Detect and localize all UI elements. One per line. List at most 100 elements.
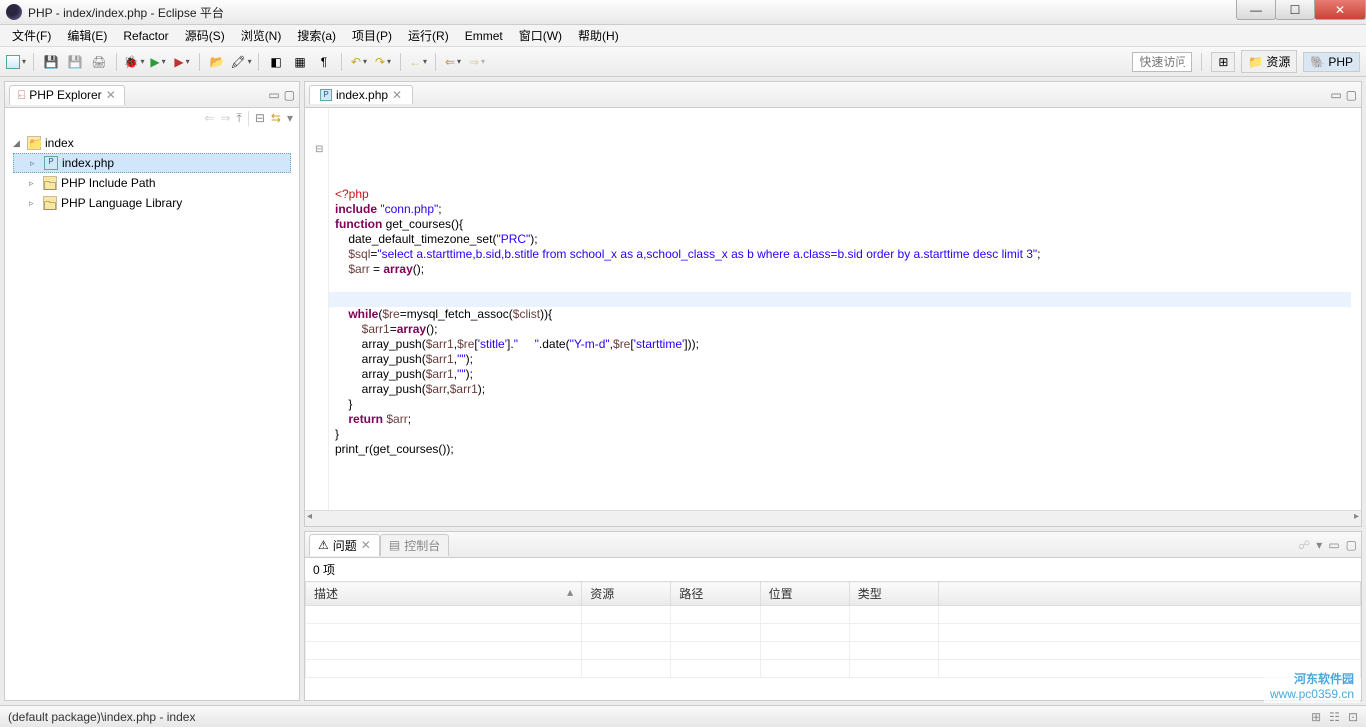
last-edit-button[interactable]: ←	[408, 52, 428, 72]
code-line[interactable]: array_push($arr1,"");	[335, 352, 1361, 367]
code-line[interactable]: $arr1=array();	[335, 322, 1361, 337]
open-perspective-button[interactable]: ⊞	[1211, 52, 1235, 72]
current-line-highlight	[329, 292, 1351, 307]
tree-item[interactable]: ▹Pindex.php	[13, 153, 291, 173]
explorer-toolbar: ⇐ ⇒ ⤒ ⊟ ⇆ ▾	[5, 108, 299, 129]
code-line[interactable]: }	[335, 397, 1361, 412]
table-row	[306, 642, 1361, 660]
menu-refactor[interactable]: Refactor	[115, 27, 176, 45]
problems-tab[interactable]: ⚠ 问题 ✕	[309, 534, 380, 556]
fold-icon[interactable]: ⊟	[315, 142, 323, 157]
code-line[interactable]: $arr = array();	[335, 262, 1361, 277]
status-icon-2[interactable]: ☷	[1329, 710, 1340, 724]
editor-area: P index.php ✕ ▭ ▢ ⊟ <?phpinclude "conn.p…	[304, 81, 1362, 701]
menu-运行[interactable]: 运行(R)	[400, 25, 457, 46]
quick-access-input[interactable]	[1132, 52, 1192, 72]
menu-源码[interactable]: 源码(S)	[177, 25, 233, 46]
tab-close-icon[interactable]: ✕	[392, 88, 402, 102]
code-line[interactable]: print_r(get_courses());	[335, 442, 1361, 457]
column-header[interactable]: 资源	[582, 582, 671, 606]
code-line[interactable]	[335, 277, 1361, 292]
filter-icon[interactable]: ☍	[1298, 538, 1310, 552]
code-editor[interactable]: ⊟ <?phpinclude "conn.php";function get_c…	[305, 108, 1361, 510]
view-menu-icon[interactable]: ▾	[1316, 538, 1322, 552]
column-header[interactable]: 类型	[849, 582, 938, 606]
code-line[interactable]: <?php	[335, 187, 1361, 202]
code-line[interactable]: date_default_timezone_set("PRC");	[335, 232, 1361, 247]
print-button[interactable]: 🖨	[89, 52, 109, 72]
project-tree[interactable]: ◢📁index▹Pindex.php▹🗀PHP Include Path▹🗀PH…	[5, 129, 299, 700]
maximize-editor-button[interactable]: ▢	[1346, 88, 1357, 102]
tree-item[interactable]: ▹🗀PHP Include Path	[13, 173, 291, 193]
menu-窗口[interactable]: 窗口(W)	[511, 25, 570, 46]
window-maximize-button[interactable]: ☐	[1275, 0, 1315, 20]
column-header[interactable]: 描述 ▴	[306, 582, 582, 606]
highlight-button[interactable]: 🖍	[231, 52, 251, 72]
console-tab[interactable]: ▤ 控制台	[380, 534, 449, 556]
column-header[interactable]: 路径	[671, 582, 760, 606]
save-all-button[interactable]: 💾	[65, 52, 85, 72]
show-whitespace-button[interactable]: ¶	[314, 52, 334, 72]
view-menu-icon[interactable]: ▾	[287, 111, 293, 126]
status-icon-3[interactable]: ⊡	[1348, 710, 1358, 724]
code-line[interactable]: return $arr;	[335, 412, 1361, 427]
editor-tab-index[interactable]: P index.php ✕	[309, 85, 413, 104]
tab-close-icon[interactable]: ✕	[361, 538, 371, 552]
tab-close-icon[interactable]: ✕	[106, 88, 116, 102]
code-line[interactable]: function get_courses(){	[335, 217, 1361, 232]
status-bar: (default package)\index.php - index ⊞ ☷ …	[0, 705, 1366, 727]
annotation-prev-button[interactable]: ↶	[349, 52, 369, 72]
column-header[interactable]: 位置	[760, 582, 849, 606]
code-line[interactable]: while($re=mysql_fetch_assoc($clist)){	[335, 307, 1361, 322]
menu-搜索[interactable]: 搜索(a)	[289, 25, 344, 46]
toggle-block-button[interactable]: ▦	[290, 52, 310, 72]
forward-icon[interactable]: ⇒	[220, 111, 230, 126]
tree-project[interactable]: ◢📁index	[13, 133, 291, 153]
editor-panel: P index.php ✕ ▭ ▢ ⊟ <?phpinclude "conn.p…	[304, 81, 1362, 527]
menu-浏览[interactable]: 浏览(N)	[233, 25, 290, 46]
editor-horizontal-scrollbar[interactable]	[305, 510, 1361, 526]
collapse-all-icon[interactable]: ⊟	[255, 111, 265, 126]
back-button[interactable]: ⇐	[443, 52, 463, 72]
window-minimize-button[interactable]: —	[1236, 0, 1276, 20]
link-editor-icon[interactable]: ⇆	[271, 111, 281, 126]
window-close-button[interactable]: ✕	[1314, 0, 1366, 20]
minimize-panel-button[interactable]: ▭	[1328, 538, 1339, 552]
back-icon[interactable]: ⇐	[204, 111, 214, 126]
menu-编辑[interactable]: 编辑(E)	[59, 25, 115, 46]
menu-bar: 文件(F)编辑(E)Refactor源码(S)浏览(N)搜索(a)项目(P)运行…	[0, 25, 1366, 47]
editor-gutter	[305, 108, 329, 510]
up-icon[interactable]: ⤒	[237, 111, 242, 126]
minimize-view-button[interactable]: ▭	[268, 88, 279, 102]
code-line[interactable]: array_push($arr,$arr1);	[335, 382, 1361, 397]
tree-item[interactable]: ▹🗀PHP Language Library	[13, 193, 291, 213]
menu-文件[interactable]: 文件(F)	[4, 25, 59, 46]
new-button[interactable]	[6, 52, 26, 72]
save-button[interactable]: 💾	[41, 52, 61, 72]
forward-button[interactable]: ⇒	[467, 52, 487, 72]
code-line[interactable]: include "conn.php";	[335, 202, 1361, 217]
problems-tab-label: 问题	[333, 537, 357, 554]
run-button[interactable]: ▶	[148, 52, 168, 72]
toggle-mark-button[interactable]: ◧	[266, 52, 286, 72]
annotation-next-button[interactable]: ↷	[373, 52, 393, 72]
menu-帮助[interactable]: 帮助(H)	[570, 25, 627, 46]
code-line[interactable]: }	[335, 427, 1361, 442]
minimize-editor-button[interactable]: ▭	[1330, 88, 1341, 102]
ext-tools-button[interactable]: ▶	[172, 52, 192, 72]
menu-项目[interactable]: 项目(P)	[344, 25, 400, 46]
php-explorer-tab[interactable]: ⍇ PHP Explorer ✕	[9, 85, 125, 105]
open-folder-button[interactable]: 📂	[207, 52, 227, 72]
problems-table[interactable]: 描述 ▴资源路径位置类型	[305, 581, 1361, 700]
code-line[interactable]: array_push($arr1,"");	[335, 367, 1361, 382]
maximize-view-button[interactable]: ▢	[284, 88, 295, 102]
problems-panel: ⚠ 问题 ✕ ▤ 控制台 ☍ ▾ ▭ ▢ 0 项 描述 ▴资源路径位置类	[304, 531, 1362, 701]
php-perspective-button[interactable]: 🐘 PHP	[1303, 52, 1360, 72]
menu-emmet[interactable]: Emmet	[457, 27, 511, 45]
debug-button[interactable]: 🐞	[124, 52, 144, 72]
status-icon-1[interactable]: ⊞	[1311, 710, 1321, 724]
resource-perspective-button[interactable]: 📁 资源	[1241, 50, 1297, 73]
code-line[interactable]: array_push($arr1,$re['stitle']." ".date(…	[335, 337, 1361, 352]
code-line[interactable]: $sql="select a.starttime,b.sid,b.stitle …	[335, 247, 1361, 262]
maximize-panel-button[interactable]: ▢	[1346, 538, 1357, 552]
